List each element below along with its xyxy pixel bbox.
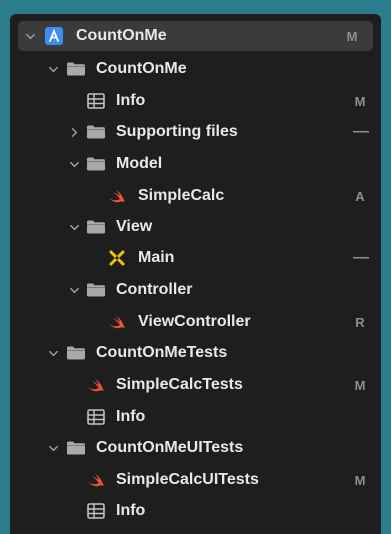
tree-row-file-simplecalctests[interactable]: SimpleCalcTests M [10,370,381,400]
folder-icon [66,438,86,458]
swift-file-icon [86,375,106,395]
tree-row-label: ViewController [138,313,251,330]
tree-row-group-countonmetests[interactable]: CountOnMeTests [10,338,381,368]
folder-icon [66,59,86,79]
folder-icon [86,154,106,174]
chevron-down-icon[interactable] [24,30,36,42]
tree-row-file-main[interactable]: Main — [10,243,381,273]
scm-status-badge: — [353,123,369,140]
tree-row-file-viewcontroller[interactable]: ViewController R [10,307,381,337]
folder-icon [86,122,106,142]
chevron-down-icon[interactable] [68,221,80,233]
tree-row-file-info[interactable]: Info M [10,86,381,116]
tree-row-group-supporting-files[interactable]: Supporting files — [10,117,381,147]
scm-status-badge: M [346,28,358,44]
tree-row-group-view[interactable]: View [10,212,381,242]
chevron-down-icon[interactable] [47,347,59,359]
tree-row-label: Supporting files [116,123,238,140]
scm-status-badge: M [354,472,366,488]
tree-row-label: CountOnMe [96,60,187,77]
folder-icon [86,280,106,300]
folder-icon [86,217,106,237]
chevron-down-icon[interactable] [68,284,80,296]
project-icon [44,26,64,46]
tree-row-file-simplecalc[interactable]: SimpleCalc A [10,181,381,211]
swift-file-icon [107,312,127,332]
tree-row-label: View [116,218,153,235]
scm-status-badge: M [354,377,366,393]
tree-row-label: CountOnMeTests [96,344,228,361]
tree-row-label: Info [116,92,146,109]
tree-row-label: CountOnMeUITests [96,439,244,456]
chevron-down-icon[interactable] [47,442,59,454]
swift-file-icon [86,470,106,490]
chevron-down-icon[interactable] [68,158,80,170]
tree-row-project-countonme[interactable]: CountOnMe M [18,21,373,51]
scm-status-badge: M [354,93,366,109]
folder-icon [66,343,86,363]
tree-row-group-countonme[interactable]: CountOnMe [10,54,381,84]
tree-row-label: CountOnMe [76,27,167,44]
tree-row-label: SimpleCalc [138,187,225,204]
scm-status-badge: A [355,188,365,204]
storyboard-icon [107,248,127,268]
tree-row-label: SimpleCalcTests [116,376,243,393]
tree-row-group-countonmeuitests[interactable]: CountOnMeUITests [10,433,381,463]
tree-row-label: Info [116,408,146,425]
tree-row-group-controller[interactable]: Controller [10,275,381,305]
tree-row-label: Info [116,502,146,519]
tree-row-file-info[interactable]: Info [10,402,381,432]
tree-row-file-info[interactable]: Info [10,496,381,526]
tree-row-label: Model [116,155,163,172]
chevron-right-icon[interactable] [68,126,80,138]
plist-table-icon [86,501,106,521]
tree-row-group-model[interactable]: Model [10,149,381,179]
scm-status-badge: — [353,249,369,266]
chevron-down-icon[interactable] [47,63,59,75]
project-navigator: CountOnMe M CountOnMe Info M Supporting … [10,14,381,534]
tree-row-file-simplecalcuitests[interactable]: SimpleCalcUITests M [10,465,381,495]
tree-row-label: Main [138,249,175,266]
plist-table-icon [86,91,106,111]
scm-status-badge: R [355,314,365,330]
swift-file-icon [107,186,127,206]
tree-row-label: Controller [116,281,193,298]
plist-table-icon [86,407,106,427]
tree-row-label: SimpleCalcUITests [116,471,259,488]
